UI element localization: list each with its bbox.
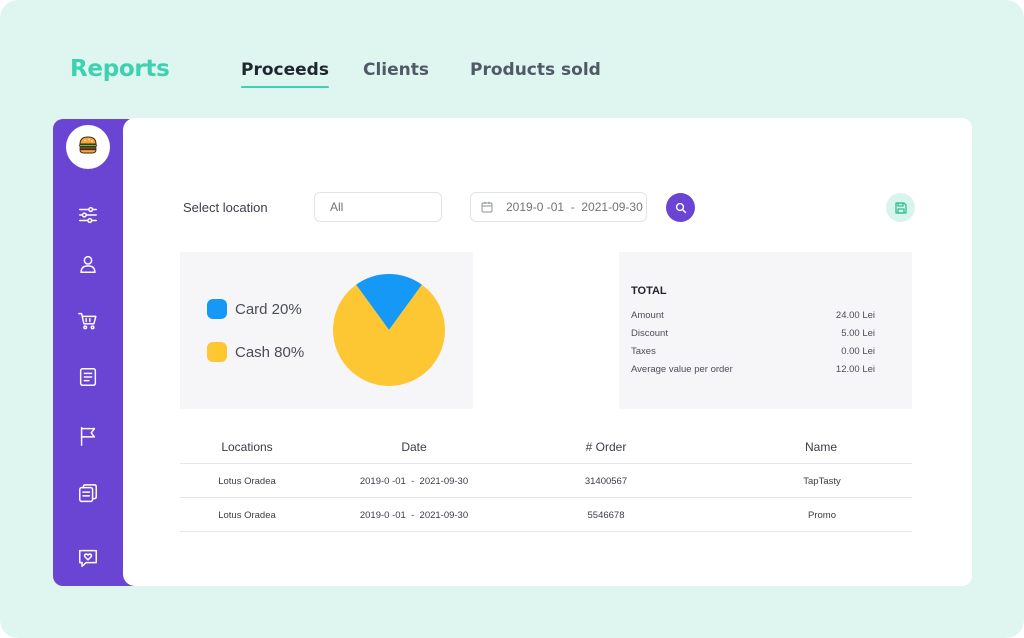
chat-heart-icon (79, 549, 97, 567)
totals-value: 12.00 Lei (835, 364, 875, 375)
cell-date: 2019-0 -01 - 2021-09-30 (359, 476, 469, 487)
sliders-icon (79, 206, 97, 224)
totals-label: Average value per order (631, 364, 733, 375)
cart-icon (78, 312, 97, 330)
column-header-order[interactable]: # Order (586, 440, 627, 454)
user-icon (80, 255, 96, 273)
date-range-picker[interactable]: 2019-0 -01 - 2021-09-30 (470, 192, 647, 222)
totals-value: 0.00 Lei (841, 346, 875, 357)
totals-row-taxes: Taxes 0.00 Lei (631, 346, 875, 359)
receipts-icon (79, 484, 97, 503)
cell-date: 2019-0 -01 - 2021-09-30 (359, 510, 469, 521)
cell-location: Lotus Oradea (218, 476, 276, 487)
location-value: All (330, 200, 344, 214)
legend-swatch-card (207, 299, 227, 319)
date-range-value: 2019-0 -01 - 2021-09-30 (506, 200, 643, 214)
totals-row-discount: Discount 5.00 Lei (631, 328, 875, 341)
legend-label-card: Card 20% (235, 300, 302, 318)
tab-clients[interactable]: Clients (363, 60, 429, 86)
totals-label: Taxes (631, 346, 656, 357)
totals-row-average: Average value per order 12.00 Lei (631, 364, 875, 377)
table-divider (180, 497, 912, 498)
column-header-name[interactable]: Name (805, 440, 837, 454)
cell-name: TapTasty (803, 476, 841, 487)
table-divider (180, 463, 912, 464)
legend-item-cash: Cash 80% (207, 341, 304, 363)
column-header-locations[interactable]: Locations (221, 440, 272, 454)
totals-title: TOTAL (631, 285, 667, 297)
table-divider (180, 531, 912, 532)
legend-label-cash: Cash 80% (235, 343, 305, 361)
tab-products-sold[interactable]: Products sold (470, 60, 601, 86)
brand-title: Reports (70, 56, 170, 82)
tab-proceeds[interactable]: Proceeds (241, 60, 329, 88)
totals-row-amount: Amount 24.00 Lei (631, 310, 875, 323)
legend-item-card: Card 20% (207, 298, 302, 320)
totals-value: 5.00 Lei (841, 328, 875, 339)
document-list-icon (79, 368, 97, 386)
search-button[interactable] (666, 193, 695, 222)
logo[interactable] (66, 125, 110, 169)
cell-name: Promo (808, 510, 836, 521)
totals-value: 24.00 Lei (835, 310, 875, 321)
column-header-date[interactable]: Date (401, 440, 426, 454)
sidebar-item-flags[interactable] (76, 424, 100, 448)
location-select[interactable]: All (314, 192, 442, 222)
sidebar-item-users[interactable] (76, 252, 100, 276)
flag-icon (80, 427, 96, 446)
save-icon (894, 201, 907, 214)
totals-label: Amount (631, 310, 664, 321)
sidebar-item-orders[interactable] (76, 309, 100, 333)
burger-icon (77, 134, 99, 161)
totals-label: Discount (631, 328, 668, 339)
search-icon (675, 202, 686, 213)
legend-swatch-cash (207, 342, 227, 362)
cell-order: 5546678 (587, 510, 625, 521)
sidebar-item-reports[interactable] (76, 365, 100, 389)
sidebar-item-feedback[interactable] (76, 546, 100, 570)
location-label: Select location (183, 200, 268, 215)
calendar-icon (481, 201, 493, 213)
sidebar-item-receipts[interactable] (76, 482, 100, 506)
pie-chart (333, 274, 445, 386)
cell-order: 31400567 (584, 476, 628, 487)
sidebar-item-filters[interactable] (76, 203, 100, 227)
cell-location: Lotus Oradea (218, 510, 276, 521)
save-button[interactable] (886, 193, 915, 222)
